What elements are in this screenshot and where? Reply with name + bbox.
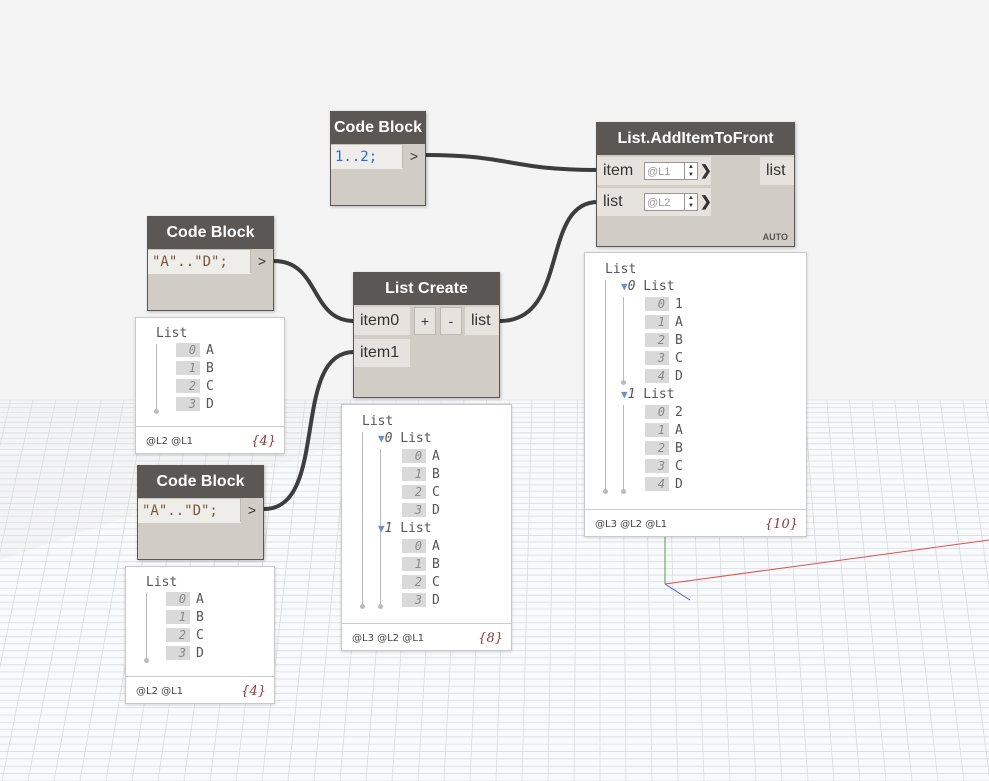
node-title[interactable]: List Create [354,273,499,305]
preview-item: 3D [402,592,440,610]
preview-item: 2B [645,440,683,458]
preview-sublist-header: ▼0 List [621,279,675,294]
input-port-item0[interactable]: item0 [354,307,410,335]
watch-preview-letters-2: List 0A 1B 2C 3D @L2 @L1 {4} [125,566,275,704]
preview-item: 2B [645,332,683,350]
preview-item: 3D [402,502,440,520]
preview-item: 02 [645,404,683,422]
tree-dot [603,489,608,494]
tree-dot [360,604,365,609]
output-port-list[interactable]: list [465,307,499,335]
spinner-icon[interactable]: ▲ ▼ [684,163,697,179]
item-count: {4} [241,684,266,699]
preview-item: 1B [166,609,204,627]
tree-line [146,593,147,661]
preview-item: 4D [645,476,683,494]
expand-triangle-icon: ▼ [621,280,628,293]
code-text[interactable]: "A".."D"; [148,254,228,270]
item-count: {10} [764,517,798,532]
preview-item: 1B [402,466,440,484]
preview-sublist-header: ▼1 List [378,521,432,536]
code-editor[interactable]: "A".."D"; [138,498,241,523]
expand-triangle-icon: ▼ [378,522,385,535]
tree-dot [154,409,159,414]
lacing-mode-label[interactable]: AUTO [763,232,788,242]
tree-dot [144,658,149,663]
node-title[interactable]: Code Block [148,217,273,249]
output-port[interactable]: > [250,249,273,273]
preview-item: 1B [402,556,440,574]
preview-footer: @L3 @L2 @L1 {10} [585,509,806,536]
preview-item: 0A [166,591,204,609]
code-text[interactable]: "A".."D"; [138,503,218,519]
code-block-node-letters-2[interactable]: Code Block "A".."D"; > [137,465,264,560]
input-port-item1[interactable]: item1 [354,339,410,367]
preview-sublist-header: ▼1 List [621,387,675,402]
preview-item: 01 [645,296,683,314]
level-selector-list[interactable]: @L2 ▲ ▼ [644,193,698,211]
preview-footer: @L3 @L2 @L1 {8} [342,623,511,650]
preview-item: 0A [402,448,440,466]
list-levels[interactable]: @L3 @L2 @L1 [352,633,424,644]
node-title[interactable]: Code Block [331,112,425,144]
code-block-node-range[interactable]: Code Block 1..2; > [330,111,426,206]
node-title[interactable]: Code Block [138,466,263,498]
preview-item: 2C [166,627,204,645]
tree-dot [378,604,383,609]
list-levels[interactable]: @L2 @L1 [136,686,183,697]
preview-item: 0A [402,538,440,556]
remove-input-button[interactable]: - [440,307,462,335]
tree-line [362,432,363,607]
item-count: {4} [251,434,276,449]
list-levels[interactable]: @L2 @L1 [146,436,193,447]
list-create-node[interactable]: List Create item0 item1 + - list [353,272,500,398]
output-port[interactable]: > [402,144,425,168]
preview-footer: @L2 @L1 {4} [136,426,284,453]
watch-preview-letters-1: List 0A 1B 2C 3D @L2 @L1 {4} [135,317,285,454]
preview-item: 3C [645,458,683,476]
preview-root-label: List [156,326,188,341]
level-selector-item[interactable]: @L1 ▲ ▼ [644,162,698,180]
preview-root-label: List [362,414,394,429]
preview-item: 3C [645,350,683,368]
preview-item: 4D [645,368,683,386]
expand-triangle-icon: ▼ [378,432,385,445]
chevron-right-icon: ❯ [700,193,712,209]
tree-dot [621,489,626,494]
preview-root-label: List [605,262,637,277]
code-block-node-letters-1[interactable]: Code Block "A".."D"; > [147,216,274,311]
chevron-right-icon: ❯ [700,162,712,178]
expand-triangle-icon: ▼ [621,388,628,401]
tree-dot [621,380,626,385]
watch-preview-list-create: List ▼0 List 0A 1B 2C 3D ▼1 List 0A 1B 2… [341,404,512,651]
code-editor[interactable]: "A".."D"; [148,249,251,274]
preview-item: 2C [176,378,214,396]
watch-preview-add-item-to-front: List ▼0 List 01 1A 2B 3C 4D ▼1 List 02 1… [584,252,807,537]
add-item-to-front-node[interactable]: List.AddItemToFront item @L1 ▲ ▼ ❯ list @… [596,122,795,247]
preview-sublist-header: ▼0 List [378,431,432,446]
preview-item: 2C [402,574,440,592]
list-levels[interactable]: @L3 @L2 @L1 [595,519,667,530]
preview-item: 1A [645,314,683,332]
spinner-icon[interactable]: ▲ ▼ [684,194,697,210]
preview-item: 2C [402,484,440,502]
code-text[interactable]: 1..2; [331,149,377,165]
preview-root-label: List [146,575,178,590]
tree-line [156,344,157,412]
preview-item: 1A [645,422,683,440]
preview-item: 3D [166,645,204,663]
tree-line [623,297,624,382]
preview-footer: @L2 @L1 {4} [126,676,274,703]
preview-item: 1B [176,360,214,378]
item-count: {8} [478,631,503,646]
add-input-button[interactable]: + [414,307,436,335]
output-port-list[interactable]: list [760,157,794,185]
output-port[interactable]: > [240,498,263,522]
node-title[interactable]: List.AddItemToFront [597,123,794,155]
preview-item: 3D [176,396,214,414]
preview-item: 0A [176,342,214,360]
tree-line [605,280,606,491]
code-editor[interactable]: 1..2; [331,144,403,169]
tree-line [623,405,624,491]
